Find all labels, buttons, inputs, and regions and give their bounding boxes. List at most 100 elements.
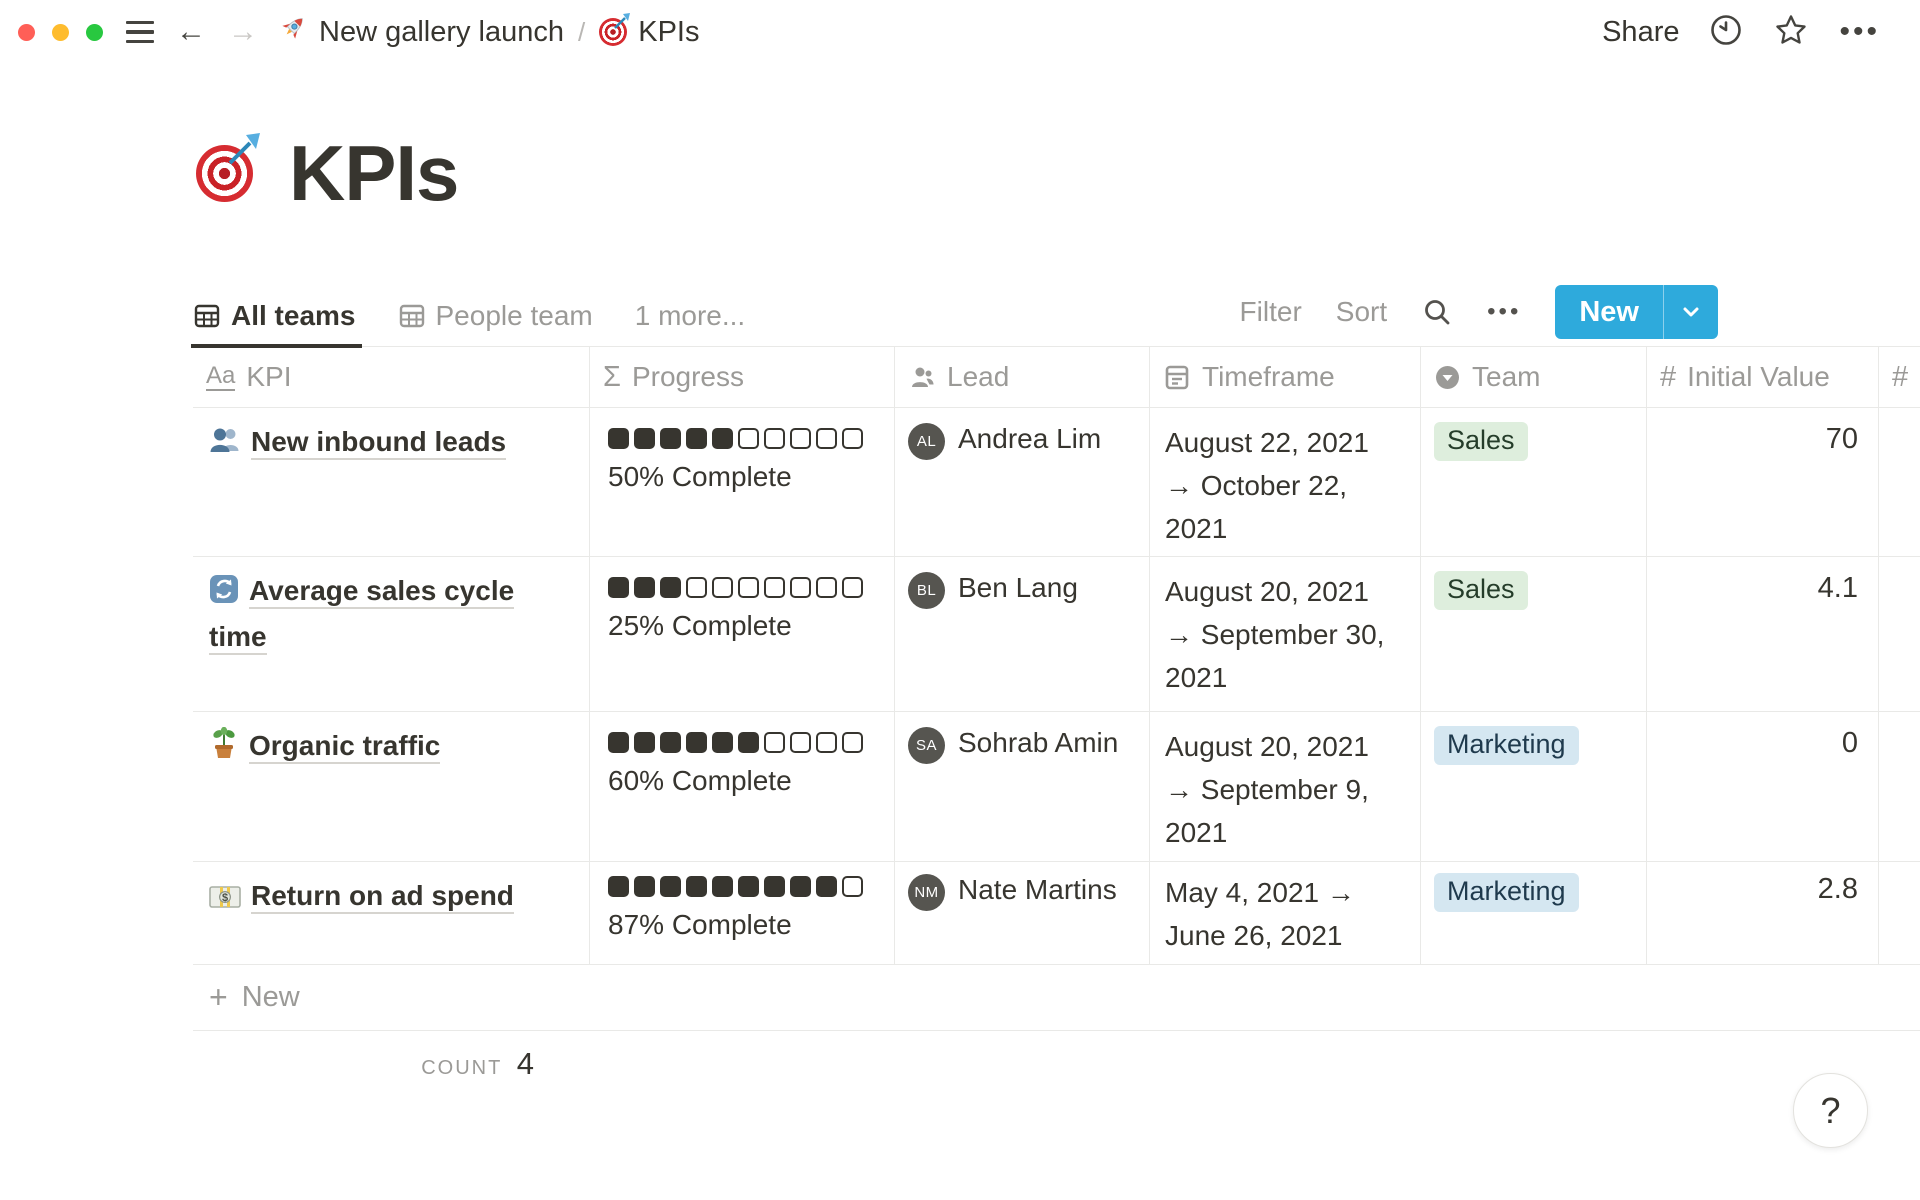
- table-row-timeframe[interactable]: August 20, 2021→ September 30,2021: [1150, 557, 1421, 712]
- progress-bar: [608, 876, 881, 897]
- table-row-team[interactable]: Marketing: [1421, 712, 1647, 862]
- help-button[interactable]: ?: [1793, 1073, 1868, 1148]
- table-row-partial-cell[interactable]: [1879, 862, 1920, 965]
- new-dropdown-chevron-icon[interactable]: [1663, 285, 1718, 339]
- progress-label: 60% Complete: [608, 765, 881, 797]
- breadcrumb-current[interactable]: KPIs: [638, 16, 699, 49]
- formula-property-icon: Σ: [603, 361, 621, 394]
- kpi-page-link: Organic traffic: [249, 730, 440, 764]
- progress-square: [660, 577, 681, 598]
- column-header-initial-value[interactable]: # Initial Value: [1647, 347, 1879, 408]
- column-header-timeframe[interactable]: Timeframe: [1150, 347, 1421, 408]
- table-row-progress: 25% Complete: [590, 557, 895, 712]
- table-row-lead[interactable]: SA Sohrab Amin: [895, 712, 1150, 862]
- page-title[interactable]: KPIs: [289, 128, 458, 219]
- timeframe-line: 2021: [1165, 507, 1407, 550]
- progress-square: [764, 876, 785, 897]
- table-row-initial-value[interactable]: 0: [1647, 712, 1879, 862]
- table-row-kpi[interactable]: Organic traffic: [193, 712, 590, 862]
- progress-square: [764, 428, 785, 449]
- progress-bar: [608, 732, 881, 753]
- more-options-icon[interactable]: •••: [1839, 15, 1880, 49]
- updates-clock-icon[interactable]: [1709, 13, 1743, 52]
- tab-label: People team: [436, 300, 593, 332]
- progress-square: [712, 577, 733, 598]
- back-icon[interactable]: ←: [176, 17, 206, 47]
- new-button[interactable]: New: [1555, 285, 1718, 339]
- table-row-team[interactable]: Sales: [1421, 408, 1647, 557]
- column-header-kpi[interactable]: Aa KPI: [193, 347, 590, 408]
- table-row-initial-value[interactable]: 2.8: [1647, 862, 1879, 965]
- table-row-timeframe[interactable]: May 4, 2021 →June 26, 2021: [1150, 862, 1421, 965]
- new-button-label[interactable]: New: [1555, 285, 1663, 339]
- team-tag: Sales: [1434, 422, 1528, 461]
- table-row-timeframe[interactable]: August 20, 2021→ September 9,2021: [1150, 712, 1421, 862]
- minimize-window-button[interactable]: [52, 24, 69, 41]
- forward-icon[interactable]: →: [228, 17, 258, 47]
- kpi-page-link: Return on ad spend: [251, 880, 514, 914]
- more-views-link[interactable]: 1 more...: [635, 300, 745, 332]
- table-row-kpi[interactable]: Average sales cycle time: [193, 557, 590, 712]
- progress-square: [634, 577, 655, 598]
- progress-label: 87% Complete: [608, 909, 881, 941]
- table-row-lead[interactable]: BL Ben Lang: [895, 557, 1150, 712]
- progress-square: [686, 428, 707, 449]
- timeframe-line: May 4, 2021 →: [1165, 871, 1407, 914]
- count-value: 4: [517, 1046, 534, 1081]
- table-row-timeframe[interactable]: August 22, 2021→ October 22,2021: [1150, 408, 1421, 557]
- progress-square: [660, 428, 681, 449]
- search-icon[interactable]: [1421, 296, 1453, 328]
- view-bar: All teams People team 1 more... Filter S…: [193, 286, 1920, 347]
- tab-all-teams[interactable]: All teams: [193, 285, 356, 346]
- progress-square: [608, 876, 629, 897]
- filter-button[interactable]: Filter: [1240, 296, 1302, 328]
- favorite-star-icon[interactable]: [1773, 12, 1809, 53]
- table-row-lead[interactable]: AL Andrea Lim: [895, 408, 1150, 557]
- question-mark-icon: ?: [1820, 1090, 1840, 1132]
- column-header-lead[interactable]: Lead: [895, 347, 1150, 408]
- table-row-initial-value[interactable]: 4.1: [1647, 557, 1879, 712]
- progress-square: [764, 732, 785, 753]
- progress-square: [608, 732, 629, 753]
- text-property-icon: Aa: [206, 363, 235, 390]
- progress-square: [686, 876, 707, 897]
- sidebar-menu-icon[interactable]: [126, 21, 154, 44]
- table-row-partial-cell[interactable]: [1879, 712, 1920, 862]
- view-options-icon[interactable]: •••: [1487, 298, 1521, 326]
- progress-square: [634, 876, 655, 897]
- sort-button[interactable]: Sort: [1336, 296, 1387, 328]
- table-row-lead[interactable]: NM Nate Martins: [895, 862, 1150, 965]
- column-header-partial[interactable]: #: [1879, 347, 1920, 408]
- table-row-partial-cell[interactable]: [1879, 557, 1920, 712]
- column-header-team[interactable]: Team: [1421, 347, 1647, 408]
- table-row-team[interactable]: Sales: [1421, 557, 1647, 712]
- table-row-partial-cell[interactable]: [1879, 408, 1920, 557]
- person-property-icon: [908, 363, 936, 391]
- table-row-kpi[interactable]: New inbound leads: [193, 408, 590, 557]
- table-footer-count[interactable]: COUNT 4: [193, 1046, 590, 1082]
- progress-square: [790, 732, 811, 753]
- progress-square: [634, 732, 655, 753]
- close-window-button[interactable]: [18, 24, 35, 41]
- table-row-team[interactable]: Marketing: [1421, 862, 1647, 965]
- table-row-kpi[interactable]: $ Return on ad spend: [193, 862, 590, 965]
- tab-people-team[interactable]: People team: [398, 285, 593, 346]
- progress-square: [738, 577, 759, 598]
- progress-square: [738, 732, 759, 753]
- dollar-banknote-emoji-icon: $: [209, 879, 241, 921]
- add-new-row-button[interactable]: + New: [193, 965, 1920, 1031]
- plus-icon: +: [209, 979, 228, 1016]
- table-row-initial-value[interactable]: 70: [1647, 408, 1879, 557]
- breadcrumb-parent[interactable]: New gallery launch: [319, 16, 564, 49]
- progress-square: [764, 577, 785, 598]
- zoom-window-button[interactable]: [86, 24, 103, 41]
- column-header-progress[interactable]: Σ Progress: [590, 347, 895, 408]
- breadcrumb: New gallery launch / KPIs: [278, 13, 700, 51]
- share-button[interactable]: Share: [1602, 16, 1679, 49]
- team-tag: Marketing: [1434, 726, 1579, 765]
- timeframe-line: August 20, 2021: [1165, 570, 1407, 613]
- page-target-icon: [196, 145, 253, 202]
- calendar-property-icon: [1163, 363, 1191, 391]
- lead-name: Sohrab Amin: [958, 727, 1118, 759]
- busts-emoji-icon: [209, 425, 241, 467]
